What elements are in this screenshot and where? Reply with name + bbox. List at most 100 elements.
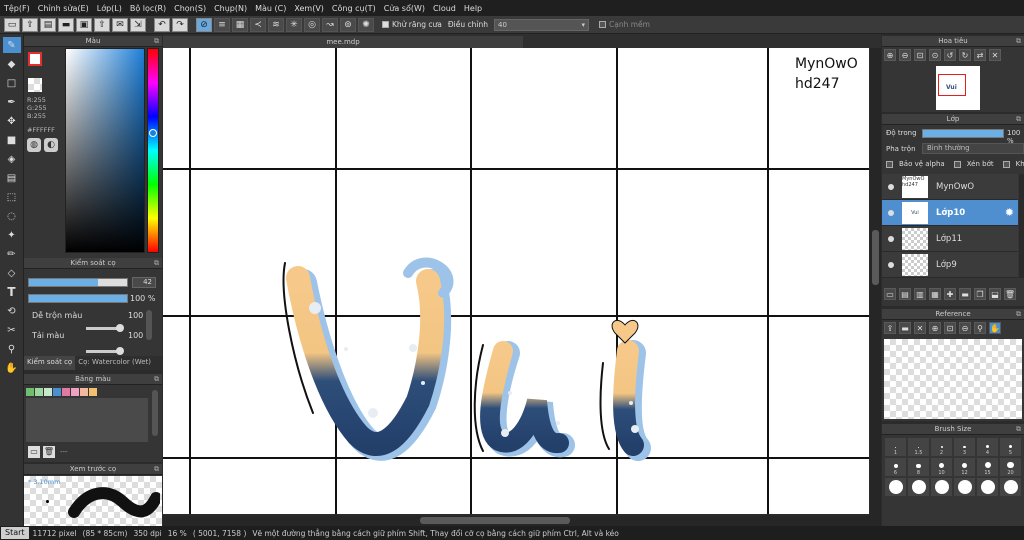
brush-size-preset[interactable]: 20	[1000, 458, 1021, 476]
menu-color[interactable]: Màu (C)	[255, 4, 286, 13]
hue-slider-handle[interactable]	[149, 129, 157, 137]
select-pen-tool-icon[interactable]: ✏	[3, 246, 21, 262]
zoom-in-icon[interactable]: ⊕	[884, 49, 896, 61]
layer-row[interactable]: Vui Lớp10 ✹	[882, 200, 1018, 226]
zoom-in-icon[interactable]: ⊕	[929, 322, 941, 334]
brush-size-preset[interactable]: 15	[977, 458, 998, 476]
color-swatch[interactable]	[62, 388, 70, 396]
panel-popout-icon[interactable]: ⧉	[154, 258, 159, 269]
brush-size-preset[interactable]	[1000, 478, 1021, 496]
color-swatch[interactable]	[71, 388, 79, 396]
delete-swatch-icon[interactable]: 🗑	[43, 446, 55, 458]
eye-icon[interactable]	[888, 235, 894, 242]
panel-popout-icon[interactable]: ⧉	[1016, 36, 1021, 47]
comment-icon[interactable]: ▬	[58, 17, 74, 32]
eraser-tool-icon[interactable]: ◆	[3, 56, 21, 72]
menu-cloud[interactable]: Cloud	[433, 4, 456, 13]
operation-tool-icon[interactable]: ⟲	[3, 303, 21, 319]
color-swatch[interactable]	[53, 388, 61, 396]
lasso-tool-icon[interactable]: ◌	[3, 208, 21, 224]
brush-size-preset[interactable]: 4	[977, 438, 998, 456]
fit-icon[interactable]: ⊡	[944, 322, 956, 334]
reference-canvas[interactable]	[884, 339, 1022, 419]
fill-rect-tool-icon[interactable]: ■	[3, 132, 21, 148]
select-tool-icon[interactable]: ⬚	[3, 189, 21, 205]
color-swatch[interactable]	[80, 388, 88, 396]
folder-icon[interactable]: ▬	[959, 288, 971, 300]
layer-row[interactable]: Lớp9	[882, 252, 1018, 278]
chat-icon[interactable]: ▣	[76, 17, 92, 32]
zoom-out-icon[interactable]: ⊖	[959, 322, 971, 334]
snap-parallel-icon[interactable]: ≡	[214, 17, 230, 32]
hue-slider[interactable]	[147, 48, 159, 253]
layer-settings-gear-icon[interactable]: ✹	[1005, 206, 1014, 219]
delete-layer-icon[interactable]: 🗑	[1004, 288, 1016, 300]
tab-brush-control[interactable]: Kiểm soát cọ	[24, 356, 76, 370]
snap-settings-icon[interactable]: ✺	[358, 17, 374, 32]
snap-burst-icon[interactable]: ✳	[286, 17, 302, 32]
bucket-tool-icon[interactable]: ◈	[3, 151, 21, 167]
gradient-tool-icon[interactable]: ▤	[3, 170, 21, 186]
menu-tools[interactable]: Công cụ(T)	[332, 4, 376, 13]
new-1bit-layer-icon[interactable]: ▥	[914, 288, 926, 300]
brush-size-preset[interactable]	[954, 478, 975, 496]
clip-checkbox[interactable]	[953, 160, 961, 168]
merge-layer-icon[interactable]: ⬓	[989, 288, 1001, 300]
layer-blend-dropdown[interactable]: Bình thường	[922, 143, 1024, 154]
export-icon[interactable]: ⇲	[130, 17, 146, 32]
reload-slider-knob[interactable]	[116, 347, 124, 355]
snap-radial-icon[interactable]: ≋	[268, 17, 284, 32]
brush-opacity-bar[interactable]	[28, 294, 128, 303]
eyedropper-tool-icon[interactable]: ⚲	[3, 341, 21, 357]
zoom-out-icon[interactable]: ⊖	[899, 49, 911, 61]
eye-icon[interactable]	[888, 209, 894, 216]
menu-select[interactable]: Chọn(S)	[174, 4, 206, 13]
snap-off-icon[interactable]: ⊘	[196, 17, 212, 32]
rect-tool-icon[interactable]: □	[3, 75, 21, 91]
brush-size-preset[interactable]	[885, 478, 906, 496]
artboard[interactable]: MynOwO hd247	[163, 48, 869, 514]
eye-icon[interactable]	[888, 261, 894, 268]
protect-alpha-checkbox[interactable]	[886, 160, 893, 168]
horizontal-scroll-thumb[interactable]	[420, 517, 570, 524]
menu-view[interactable]: Xem(V)	[294, 4, 324, 13]
antialias-checkbox[interactable]	[382, 21, 389, 28]
reset-view-icon[interactable]: ✕	[989, 49, 1001, 61]
panel-popout-icon[interactable]: ⧉	[1016, 424, 1021, 435]
menu-edit[interactable]: Chỉnh sửa(E)	[38, 4, 89, 13]
rotate-right-icon[interactable]: ↻	[959, 49, 971, 61]
brush-size-preset[interactable]: 2	[931, 438, 952, 456]
snap-grid-icon[interactable]: ▦	[232, 17, 248, 32]
brush-size-preset[interactable]	[977, 478, 998, 496]
undo-icon[interactable]: ↶	[154, 17, 170, 32]
text-tool-icon[interactable]: T	[3, 284, 21, 300]
brush-size-preset[interactable]	[908, 478, 929, 496]
color-swatch[interactable]	[44, 388, 52, 396]
adjust-dropdown[interactable]: 40 ▾	[494, 18, 589, 31]
snap-curve-icon[interactable]: ↝	[322, 17, 338, 32]
tab-brush-name[interactable]: Cọ: Watercolor (Wet)	[75, 356, 154, 370]
move-tool-icon[interactable]: ✥	[3, 113, 21, 129]
save-file-icon[interactable]: ▤	[40, 17, 56, 32]
snap-perspective-icon[interactable]: ≺	[250, 17, 266, 32]
brush-size-preset[interactable]: 8	[908, 458, 929, 476]
brush-size-preset[interactable]: 3	[954, 438, 975, 456]
blend-slider[interactable]	[86, 324, 124, 332]
eyedropper-icon[interactable]: ⚲	[974, 322, 986, 334]
hand-icon[interactable]: ✋	[989, 322, 1001, 334]
menu-help[interactable]: Help	[464, 4, 482, 13]
divide-tool-icon[interactable]: ✂	[3, 322, 21, 338]
navigator-preview[interactable]: Vui	[936, 66, 980, 110]
brush-tool-icon[interactable]: ✎	[2, 37, 21, 53]
upload-icon[interactable]: ⇧	[94, 17, 110, 32]
eye-icon[interactable]	[888, 183, 894, 190]
layer-opacity-bar[interactable]	[922, 129, 1004, 138]
pen-tool-icon[interactable]: ✒	[3, 94, 21, 110]
panel-popout-icon[interactable]: ⧉	[154, 36, 159, 47]
menu-file[interactable]: Tệp(F)	[4, 4, 30, 13]
snap-concentric-icon[interactable]: ⊚	[340, 17, 356, 32]
new-halftone-layer-icon[interactable]: ▤	[899, 288, 911, 300]
menu-layer[interactable]: Lớp(L)	[97, 4, 122, 13]
brush-size-preset[interactable]: 10	[931, 458, 952, 476]
color-swatch[interactable]	[26, 388, 34, 396]
